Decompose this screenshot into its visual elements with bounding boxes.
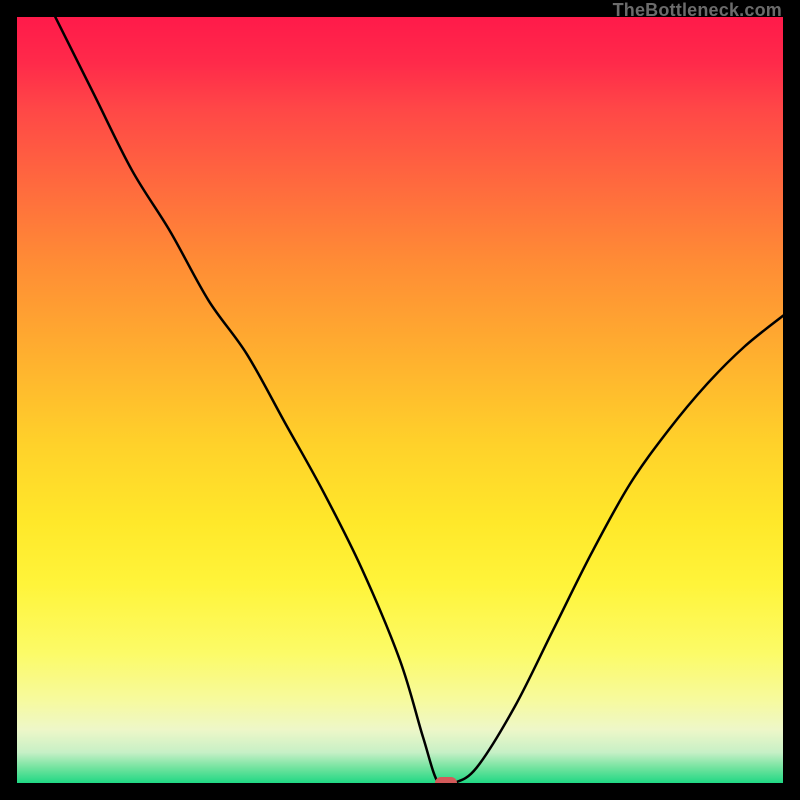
watermark-text: TheBottleneck.com [613, 0, 782, 21]
chart-frame: TheBottleneck.com [0, 0, 800, 800]
bottleneck-curve [17, 17, 783, 783]
optimal-point-marker [435, 777, 457, 783]
plot-area [17, 17, 783, 783]
